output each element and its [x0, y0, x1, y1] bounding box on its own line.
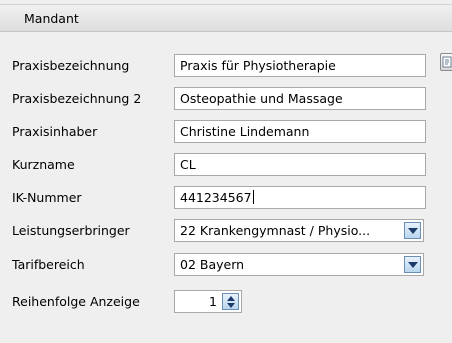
lookup-icon [442, 56, 452, 68]
label-kurzname: Kurzname [12, 157, 75, 172]
lookup-button[interactable] [440, 53, 452, 71]
label-praxisbezeichnung-2: Praxisbezeichnung 2 [12, 91, 142, 106]
label-reihenfolge-anzeige: Reihenfolge Anzeige [12, 294, 140, 309]
label-praxisinhaber: Praxisinhaber [12, 124, 98, 139]
reihenfolge-anzeige-spinner[interactable]: 1 [174, 290, 242, 313]
praxisbezeichnung-input[interactable]: Praxis für Physiotherapie [174, 54, 426, 77]
label-leistungserbringer: Leistungserbringer [12, 223, 130, 238]
tarifbereich-value: 02 Bayern [180, 257, 245, 272]
label-tarifbereich: Tarifbereich [12, 257, 85, 272]
ik-nummer-input[interactable]: 441234567 [174, 186, 426, 209]
spinner-up-icon[interactable] [227, 296, 235, 301]
text-caret [252, 190, 254, 204]
chevron-down-icon [408, 262, 418, 268]
section-title: Mandant [24, 11, 79, 26]
ik-nummer-value: 441234567 [180, 190, 252, 205]
label-ik-nummer: IK-Nummer [12, 190, 82, 205]
kurzname-input[interactable]: CL [174, 153, 426, 176]
spinner-arrows-icon[interactable] [222, 293, 239, 310]
tarifbereich-select[interactable]: 02 Bayern [174, 253, 424, 276]
spinner-down-icon[interactable] [227, 303, 235, 308]
leistungserbringer-value: 22 Krankengymnast / Physio... [180, 223, 371, 238]
leistungserbringer-select[interactable]: 22 Krankengymnast / Physio... [174, 219, 424, 242]
praxisbezeichnung-2-input[interactable]: Osteopathie und Massage [174, 87, 426, 110]
chevron-down-icon [408, 228, 418, 234]
praxisinhaber-input[interactable]: Christine Lindemann [174, 120, 426, 143]
reihenfolge-anzeige-value: 1 [209, 294, 217, 309]
tarifbereich-dropdown-button[interactable] [404, 256, 421, 273]
section-header: Mandant [0, 4, 452, 32]
mandant-panel: Mandant Praxisbezeichnung Praxis für Phy… [0, 0, 452, 343]
label-praxisbezeichnung: Praxisbezeichnung [12, 58, 130, 73]
leistungserbringer-dropdown-button[interactable] [404, 222, 421, 239]
